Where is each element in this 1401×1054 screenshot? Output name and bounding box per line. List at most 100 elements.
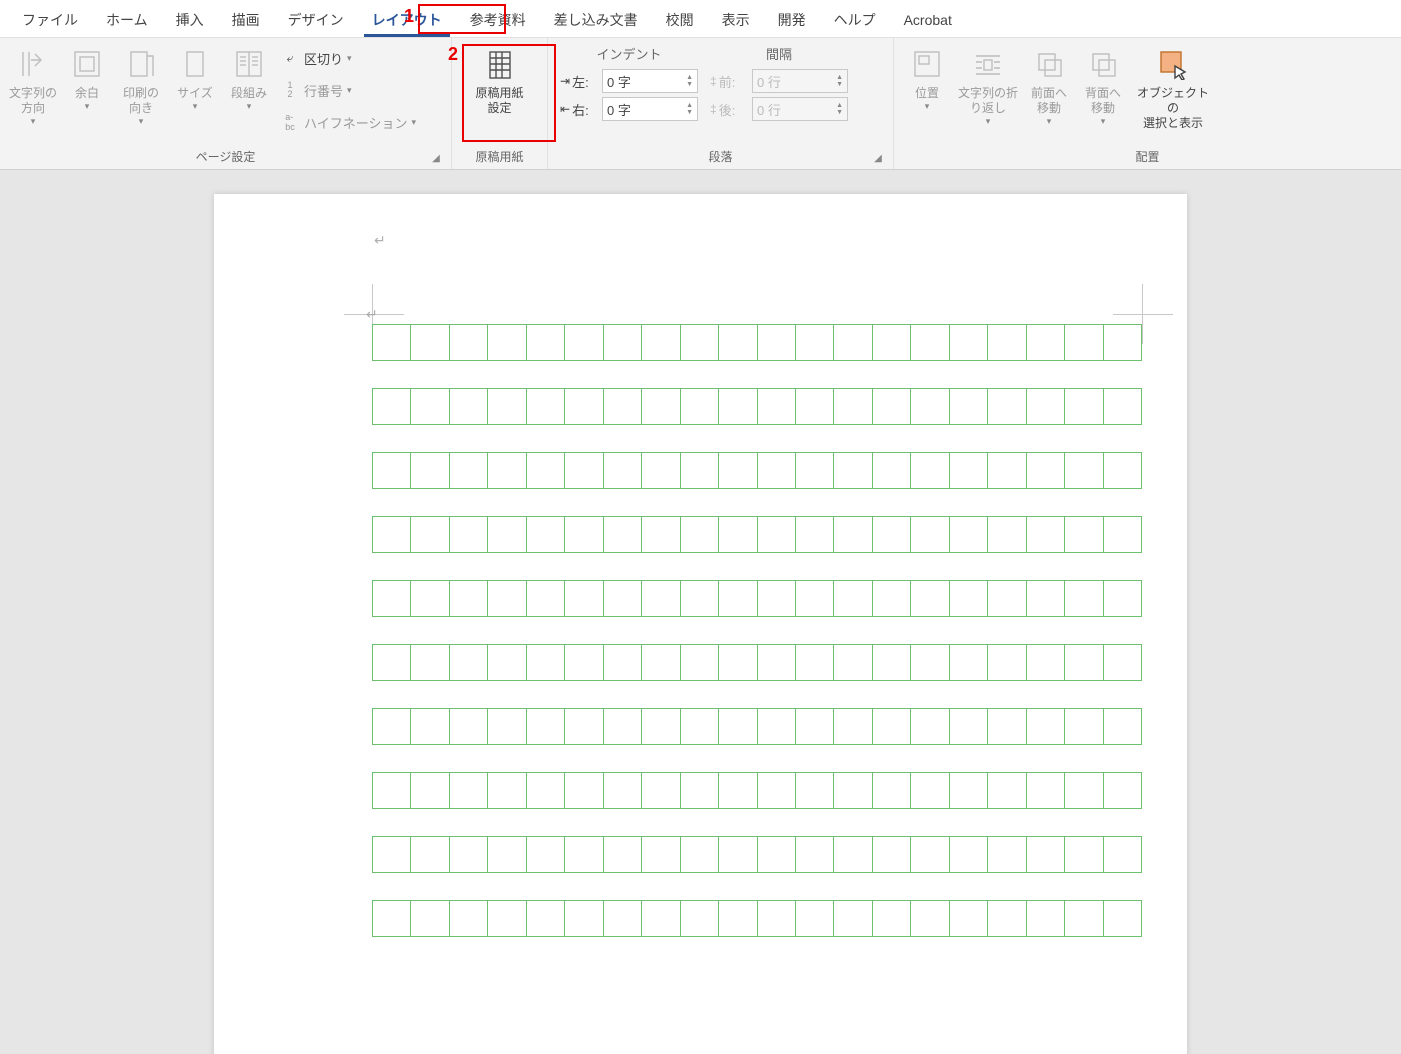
tab-design[interactable]: デザイン — [274, 2, 358, 36]
genko-settings-label: 原稿用紙 設定 — [475, 86, 523, 116]
genko-cell — [642, 389, 680, 424]
page-setup-launcher[interactable]: ◢ — [429, 151, 443, 165]
genko-settings-button[interactable]: 原稿用紙 設定 — [458, 42, 541, 138]
position-button[interactable]: 位置 ▾ — [900, 42, 954, 138]
genko-cell — [565, 517, 603, 552]
line-numbers-button[interactable]: 12 行番号 ▾ — [280, 75, 416, 105]
genko-cell — [681, 389, 719, 424]
genko-cell — [988, 389, 1026, 424]
breaks-label: 区切り — [304, 49, 343, 68]
selection-pane-button[interactable]: オブジェクトの 選択と表示 — [1130, 42, 1216, 138]
genko-row — [372, 708, 1142, 745]
hyphenation-button[interactable]: a-bc ハイフネーション ▾ — [280, 107, 416, 137]
genko-cell — [450, 837, 488, 872]
indent-left-icon: ⇥ — [560, 74, 570, 88]
spacing-before-icon: ‡ — [710, 74, 717, 88]
genko-cell — [719, 645, 757, 680]
document-area[interactable]: ↵ ↵ — [0, 170, 1401, 1054]
indent-right-input[interactable]: 0 字▲▼ — [602, 97, 698, 121]
genko-cell — [1104, 901, 1142, 936]
genko-cell — [373, 901, 411, 936]
genko-cell — [373, 453, 411, 488]
genko-cell — [604, 389, 642, 424]
genko-cell — [1065, 517, 1103, 552]
size-button[interactable]: サイズ ▾ — [168, 42, 222, 138]
genko-cell — [796, 325, 834, 360]
orientation-label: 印刷の 向き — [123, 86, 159, 116]
genko-cell — [450, 645, 488, 680]
indent-left-input[interactable]: 0 字▲▼ — [602, 69, 698, 93]
genko-row — [372, 772, 1142, 809]
genko-cell — [1104, 389, 1142, 424]
genko-cell — [911, 325, 949, 360]
genko-cell — [873, 645, 911, 680]
hyphenation-label: ハイフネーション — [304, 113, 407, 132]
text-wrap-button[interactable]: 文字列の折 り返し ▾ — [954, 42, 1022, 138]
group-page-setup-title: ページ設定 ◢ — [6, 146, 445, 167]
tab-draw[interactable]: 描画 — [218, 2, 274, 36]
genko-cell — [527, 837, 565, 872]
genko-cell — [604, 773, 642, 808]
position-icon — [911, 48, 943, 80]
genko-cell — [796, 709, 834, 744]
genko-cell — [373, 581, 411, 616]
genko-cell — [988, 773, 1026, 808]
text-direction-button[interactable]: 文字列の 方向 ▾ — [6, 42, 60, 138]
callout-number-2: 2 — [448, 44, 458, 65]
genko-cell — [873, 517, 911, 552]
genko-cell — [1027, 773, 1065, 808]
tab-developer[interactable]: 開発 — [764, 2, 820, 36]
tab-home[interactable]: ホーム — [92, 2, 162, 36]
breaks-button[interactable]: ⤶ 区切り ▾ — [280, 43, 416, 73]
send-backward-button[interactable]: 背面へ 移動 ▾ — [1076, 42, 1130, 138]
bring-forward-button[interactable]: 前面へ 移動 ▾ — [1022, 42, 1076, 138]
genko-cell — [796, 389, 834, 424]
genko-cell — [1104, 837, 1142, 872]
tab-references[interactable]: 参考資料 — [456, 2, 540, 36]
margins-button[interactable]: 余白 ▾ — [60, 42, 114, 138]
genko-cell — [873, 325, 911, 360]
tab-mailings[interactable]: 差し込み文書 — [540, 2, 652, 36]
genko-cell — [1065, 645, 1103, 680]
genko-cell — [950, 709, 988, 744]
group-arrange: 位置 ▾ 文字列の折 り返し ▾ 前面へ 移動 ▾ 背面へ 移動 ▾ オブジェク… — [894, 38, 1401, 169]
genko-cell — [411, 453, 449, 488]
tab-review[interactable]: 校閲 — [652, 2, 708, 36]
genko-cell — [988, 901, 1026, 936]
genko-cell — [411, 837, 449, 872]
genko-cell — [642, 709, 680, 744]
send-backward-label: 背面へ 移動 — [1085, 86, 1121, 116]
genko-cell — [488, 517, 526, 552]
genko-cell — [450, 325, 488, 360]
genko-cell — [719, 901, 757, 936]
size-label: サイズ — [177, 86, 213, 101]
genko-cell — [450, 901, 488, 936]
genko-cell — [1027, 517, 1065, 552]
genko-cell — [488, 901, 526, 936]
genko-cell — [488, 389, 526, 424]
orientation-button[interactable]: 印刷の 向き ▾ — [114, 42, 168, 138]
indent-heading: インデント — [560, 44, 698, 63]
genko-cell — [873, 773, 911, 808]
tab-view[interactable]: 表示 — [708, 2, 764, 36]
tab-acrobat[interactable]: Acrobat — [890, 4, 966, 34]
genko-cell — [758, 645, 796, 680]
genko-cell — [411, 389, 449, 424]
group-page-setup: 文字列の 方向 ▾ 余白 ▾ 印刷の 向き ▾ — [0, 38, 452, 169]
position-label: 位置 — [915, 86, 939, 101]
tab-insert[interactable]: 挿入 — [162, 2, 218, 36]
genko-cell — [1065, 901, 1103, 936]
paragraph-launcher[interactable]: ◢ — [871, 151, 885, 165]
genko-cell — [950, 581, 988, 616]
genko-cell — [796, 645, 834, 680]
orientation-icon — [125, 48, 157, 80]
genko-cell — [873, 453, 911, 488]
genko-cell — [719, 709, 757, 744]
genko-cell — [1027, 453, 1065, 488]
genko-cell — [604, 901, 642, 936]
size-icon — [179, 48, 211, 80]
tab-file[interactable]: ファイル — [8, 2, 92, 36]
paragraph-mark: ↵ — [374, 232, 386, 249]
columns-button[interactable]: 段組み ▾ — [222, 42, 276, 138]
tab-help[interactable]: ヘルプ — [820, 2, 890, 36]
